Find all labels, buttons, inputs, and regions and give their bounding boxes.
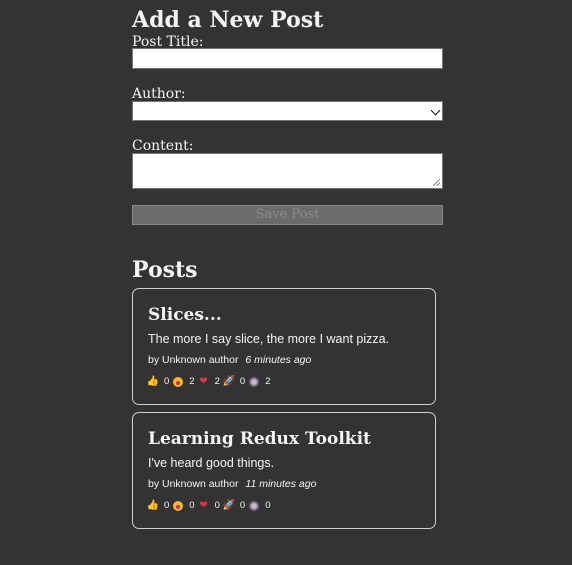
post-title: Slices...: [148, 305, 222, 325]
coffee-icon: [248, 376, 260, 388]
chevron-down-icon: [430, 105, 441, 116]
thumbs-up-icon: 👍: [146, 500, 160, 511]
post-card: Learning Redux Toolkit I've heard good t…: [132, 412, 436, 529]
content-label: Content:: [132, 138, 194, 154]
reaction-bar: 👍 0 0 ❤ 0 🚀 0 0: [147, 500, 273, 512]
reaction-count: 0: [239, 500, 246, 511]
post-author: by Unknown author: [148, 354, 239, 366]
resize-grip-icon[interactable]: [433, 179, 440, 186]
reaction-count: 0: [164, 500, 170, 511]
heart-icon: ❤: [199, 376, 208, 387]
post-title-input[interactable]: [132, 48, 443, 69]
post-excerpt: I've heard good things.: [148, 456, 275, 470]
reaction-bar: 👍 0 2 ❤ 2 🚀 0 2: [147, 376, 273, 388]
reaction-count: 2: [265, 376, 271, 387]
wow-face-icon: [172, 500, 184, 512]
rocket-icon: 🚀: [222, 500, 236, 511]
posts-heading: Posts: [132, 257, 198, 283]
reaction-count: 2: [214, 376, 220, 387]
content-textarea[interactable]: [132, 153, 443, 189]
thumbs-up-icon: 👍: [146, 376, 160, 387]
reaction-count: 0: [239, 376, 246, 387]
reaction-wow-button[interactable]: 0: [172, 500, 195, 512]
reaction-rocket-button[interactable]: 🚀 0: [222, 500, 246, 512]
post-meta: by Unknown author 11 minutes ago: [148, 478, 316, 491]
reaction-heart-button[interactable]: ❤ 2: [198, 376, 220, 388]
post-timestamp: 11 minutes ago: [245, 478, 317, 490]
post-excerpt: The more I say slice, the more I want pi…: [148, 332, 390, 346]
form-title: Add a New Post: [132, 7, 324, 33]
reaction-thumbs-up-button[interactable]: 👍 0: [146, 376, 170, 388]
reaction-count: 0: [189, 500, 195, 511]
save-post-button[interactable]: Save Post: [132, 205, 443, 225]
reaction-thumbs-up-button[interactable]: 👍 0: [146, 500, 170, 512]
reaction-rocket-button[interactable]: 🚀 0: [222, 376, 246, 388]
heart-icon: ❤: [199, 500, 208, 511]
reaction-coffee-button[interactable]: 2: [248, 376, 270, 388]
post-card: Slices... The more I say slice, the more…: [132, 288, 436, 405]
post-meta: by Unknown author 6 minutes ago: [148, 354, 311, 367]
coffee-icon: [248, 500, 260, 512]
author-label: Author:: [132, 86, 186, 102]
post-author: by Unknown author: [148, 478, 239, 490]
reaction-heart-button[interactable]: ❤ 0: [198, 500, 220, 512]
reaction-count: 2: [189, 376, 195, 387]
reaction-wow-button[interactable]: 2: [172, 376, 195, 388]
reaction-count: 0: [265, 500, 271, 511]
reaction-coffee-button[interactable]: 0: [248, 500, 270, 512]
post-timestamp: 6 minutes ago: [245, 354, 312, 366]
wow-face-icon: [172, 376, 184, 388]
reaction-count: 0: [164, 376, 170, 387]
author-select[interactable]: [132, 101, 443, 121]
post-title: Learning Redux Toolkit: [148, 429, 371, 449]
rocket-icon: 🚀: [222, 376, 236, 387]
reaction-count: 0: [214, 500, 220, 511]
